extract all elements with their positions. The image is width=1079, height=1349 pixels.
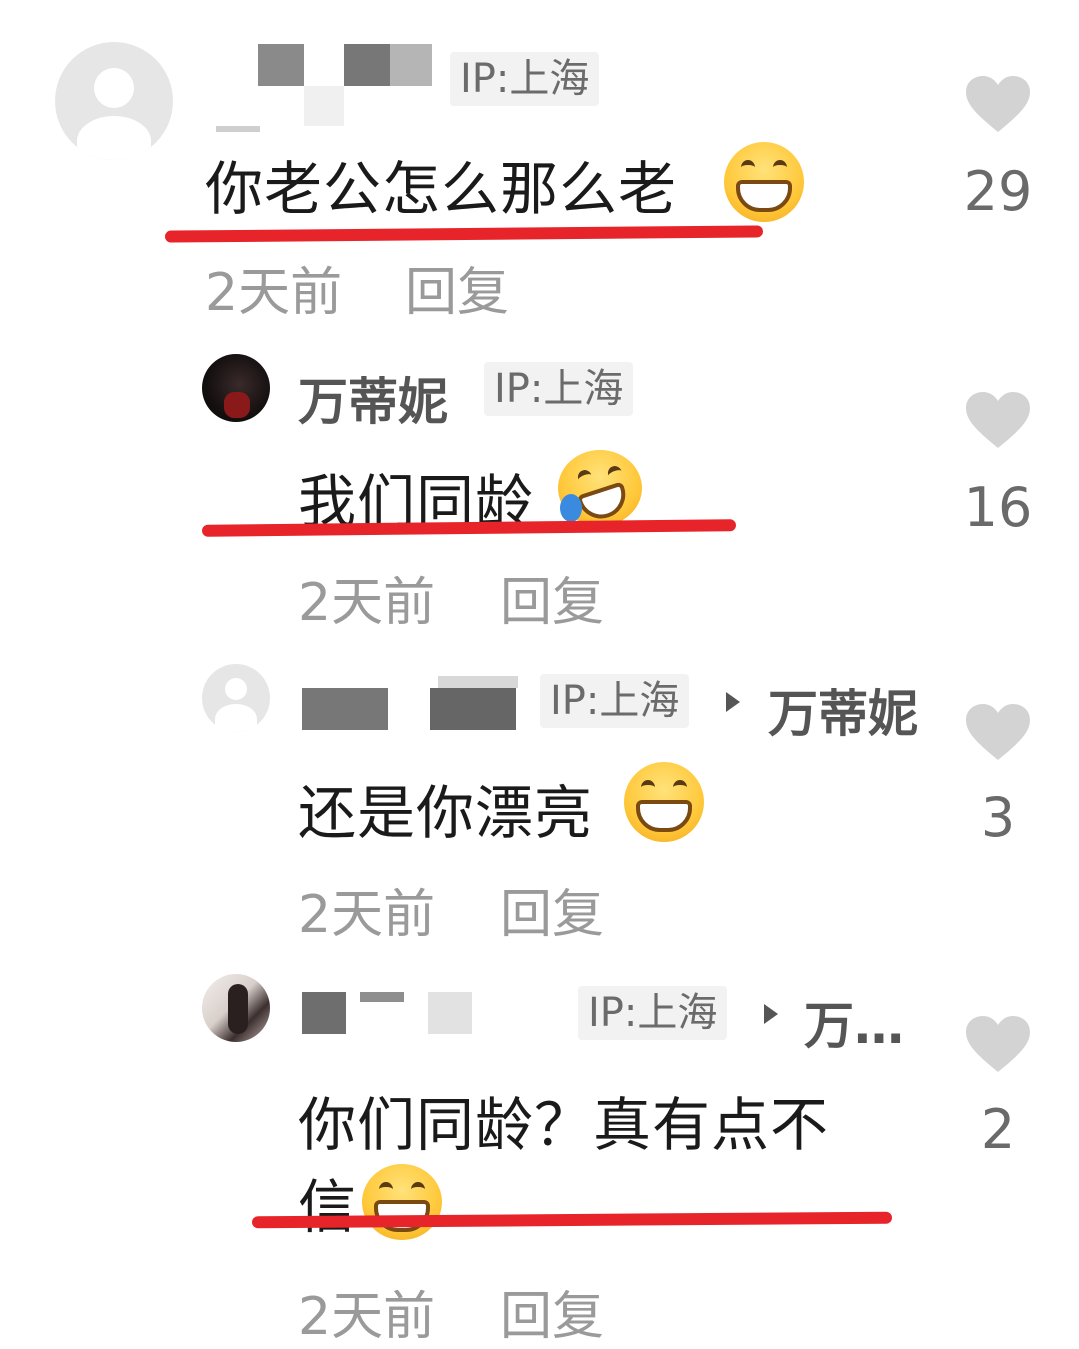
reply-target-username[interactable]: 万… <box>804 986 904 1058</box>
reply-button[interactable]: 回复 <box>500 872 604 947</box>
reply-target-username[interactable]: 万蒂妮 <box>768 674 918 746</box>
comment-text: 还是你漂亮 <box>298 779 594 847</box>
avatar[interactable] <box>55 42 173 160</box>
heart-icon[interactable] <box>966 704 1030 762</box>
reply-button[interactable]: 回复 <box>500 1274 604 1349</box>
red-underline-mark <box>164 225 764 243</box>
avatar[interactable] <box>202 354 270 422</box>
heart-icon[interactable] <box>966 76 1030 134</box>
like-count: 3 <box>980 786 1016 849</box>
username-mosaic[interactable] <box>298 986 498 1034</box>
heart-icon[interactable] <box>966 392 1030 450</box>
username-mosaic[interactable] <box>210 42 450 132</box>
like-count: 16 <box>963 476 1033 539</box>
reply-button[interactable]: 回复 <box>500 560 604 635</box>
ip-location-tag: IP:上海 <box>484 362 634 416</box>
heart-icon[interactable] <box>966 1016 1030 1074</box>
comment-time: 2天前 <box>298 1287 436 1347</box>
comment-time: 2天前 <box>298 885 436 945</box>
comment-text-line2: 信 <box>298 1173 358 1241</box>
like-count: 29 <box>963 160 1033 223</box>
ip-location-tag: IP:上海 <box>578 986 728 1040</box>
grinning-emoji-icon <box>724 142 804 222</box>
ip-location-tag: IP:上海 <box>450 52 600 106</box>
comment-text-line1: 你们同龄？真有点不 <box>298 1091 830 1159</box>
username[interactable]: 万蒂妮 <box>298 362 448 434</box>
reply-arrow-icon <box>764 1004 778 1024</box>
reply-button[interactable]: 回复 <box>405 250 509 325</box>
grinning-emoji-icon <box>624 762 704 842</box>
comment-time: 2天前 <box>205 263 343 323</box>
username-mosaic[interactable] <box>298 676 538 734</box>
grinning-emoji-icon <box>362 1164 442 1240</box>
like-count: 2 <box>980 1098 1016 1161</box>
reply-arrow-icon <box>726 692 740 712</box>
comment-time: 2天前 <box>298 573 436 633</box>
comment-text: 你老公怎么那么老 <box>205 155 678 223</box>
avatar[interactable] <box>202 974 270 1042</box>
avatar[interactable] <box>202 664 270 732</box>
ip-location-tag: IP:上海 <box>540 674 690 728</box>
rolling-laughing-emoji-icon <box>558 450 642 526</box>
